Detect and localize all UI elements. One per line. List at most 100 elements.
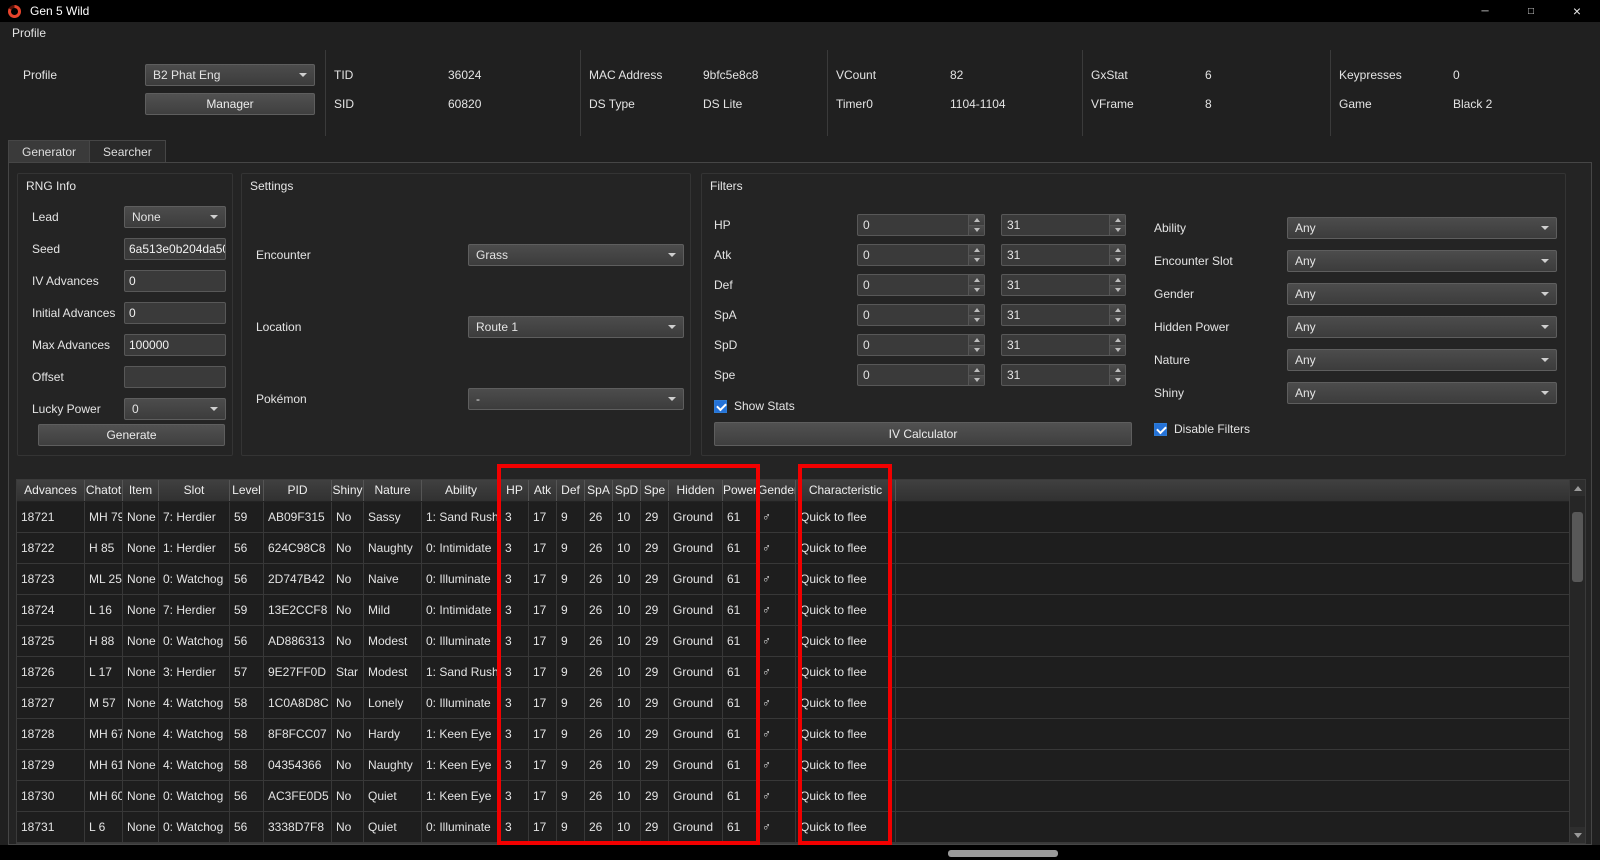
generate-button[interactable]: Generate <box>38 424 225 446</box>
spin-up-icon[interactable] <box>969 305 984 316</box>
column-header[interactable]: Shiny <box>332 480 364 501</box>
menu-profile[interactable]: Profile <box>3 24 55 42</box>
spin-up-icon[interactable] <box>969 275 984 286</box>
show-stats-checkbox[interactable] <box>714 400 727 413</box>
spinbox[interactable]: 31 <box>1001 244 1126 266</box>
table-row[interactable]: 18722H 85None1: Herdier56624C98C8NoNaugh… <box>17 533 1569 564</box>
spin-down-icon[interactable] <box>969 226 984 236</box>
dropdown[interactable]: Grass <box>468 244 684 266</box>
column-header[interactable]: Chatot <box>85 480 123 501</box>
spin-down-icon[interactable] <box>969 286 984 296</box>
disable-filters-row: Disable Filters <box>1154 421 1250 437</box>
spin-up-icon[interactable] <box>969 335 984 346</box>
spin-up-icon[interactable] <box>1110 215 1125 226</box>
table-row[interactable]: 18724L 16None7: Herdier5913E2CCF8NoMild0… <box>17 595 1569 626</box>
column-header[interactable]: Level <box>230 480 264 501</box>
text-input[interactable] <box>124 366 226 388</box>
spinbox[interactable]: 31 <box>1001 274 1126 296</box>
spin-down-icon[interactable] <box>969 376 984 386</box>
spin-down-icon[interactable] <box>1110 226 1125 236</box>
scroll-up-icon[interactable] <box>1570 480 1585 496</box>
table-row[interactable]: 18730MH 60None0: Watchog56AC3FE0D5NoQuie… <box>17 781 1569 812</box>
dropdown[interactable]: Any <box>1287 382 1557 404</box>
column-header[interactable]: HP <box>501 480 529 501</box>
spinbox[interactable]: 0 <box>857 244 985 266</box>
column-header[interactable]: Characteristic <box>796 480 896 501</box>
column-header[interactable]: Advances <box>17 480 85 501</box>
spin-down-icon[interactable] <box>969 316 984 326</box>
spin-down-icon[interactable] <box>1110 376 1125 386</box>
spin-down-icon[interactable] <box>969 256 984 266</box>
table-row[interactable]: 18727M 57None4: Watchog581C0A8D8CNoLonel… <box>17 688 1569 719</box>
text-input[interactable]: 0 <box>124 270 226 292</box>
column-header[interactable]: Gender <box>758 480 796 501</box>
scrollbar-thumb[interactable] <box>1572 512 1583 582</box>
close-button[interactable]: × <box>1554 0 1600 22</box>
scroll-down-icon[interactable] <box>1570 827 1585 843</box>
spin-up-icon[interactable] <box>1110 305 1125 316</box>
spin-up-icon[interactable] <box>1110 365 1125 376</box>
spin-up-icon[interactable] <box>1110 335 1125 346</box>
spin-up-icon[interactable] <box>969 215 984 226</box>
dropdown[interactable]: - <box>468 388 684 410</box>
dropdown[interactable]: None <box>124 206 226 228</box>
spinbox[interactable]: 0 <box>857 274 985 296</box>
dropdown[interactable]: Any <box>1287 349 1557 371</box>
spinbox[interactable]: 31 <box>1001 364 1126 386</box>
spinbox[interactable]: 31 <box>1001 214 1126 236</box>
text-input[interactable]: 0 <box>124 302 226 324</box>
dropdown[interactable]: Any <box>1287 316 1557 338</box>
spin-down-icon[interactable] <box>1110 286 1125 296</box>
restore-button[interactable]: □ <box>1508 0 1554 22</box>
table-row[interactable]: 18726L 17None3: Herdier579E27FF0DStarMod… <box>17 657 1569 688</box>
table-row[interactable]: 18728MH 67None4: Watchog588F8FCC07NoHard… <box>17 719 1569 750</box>
iv-calculator-button[interactable]: IV Calculator <box>714 422 1132 446</box>
column-header[interactable]: SpA <box>585 480 613 501</box>
table-row[interactable]: 18731L 6None0: Watchog563338D7F8NoQuiet0… <box>17 812 1569 843</box>
spinbox[interactable]: 0 <box>857 334 985 356</box>
spinbox[interactable]: 0 <box>857 364 985 386</box>
dropdown[interactable]: Any <box>1287 250 1557 272</box>
dropdown[interactable]: Any <box>1287 283 1557 305</box>
spin-up-icon[interactable] <box>969 365 984 376</box>
tab-generator[interactable]: Generator <box>8 140 90 163</box>
table-row[interactable]: 18725H 88None0: Watchog56AD886313NoModes… <box>17 626 1569 657</box>
column-header[interactable]: Power <box>723 480 758 501</box>
vertical-scrollbar[interactable] <box>1569 480 1585 843</box>
minimize-button[interactable]: ─ <box>1462 0 1508 22</box>
dropdown[interactable]: Route 1 <box>468 316 684 338</box>
column-header[interactable]: Slot <box>159 480 230 501</box>
spinbox[interactable]: 31 <box>1001 304 1126 326</box>
chevron-down-icon <box>1541 325 1549 329</box>
column-header[interactable]: Def <box>557 480 585 501</box>
disable-filters-checkbox[interactable] <box>1154 423 1167 436</box>
table-row[interactable]: 18721MH 79None7: Herdier59AB09F315NoSass… <box>17 502 1569 533</box>
manager-button[interactable]: Manager <box>145 93 315 115</box>
spin-up-icon[interactable] <box>969 245 984 256</box>
spinbox[interactable]: 31 <box>1001 334 1126 356</box>
spinbox[interactable]: 0 <box>857 304 985 326</box>
spin-down-icon[interactable] <box>1110 256 1125 266</box>
column-header[interactable]: PID <box>264 480 332 501</box>
column-header[interactable]: Item <box>123 480 159 501</box>
profile-select[interactable]: B2 Phat Eng <box>145 64 315 86</box>
column-header[interactable]: Hidden <box>669 480 723 501</box>
tab-searcher[interactable]: Searcher <box>90 140 166 163</box>
spin-down-icon[interactable] <box>1110 316 1125 326</box>
dropdown[interactable]: Any <box>1287 217 1557 239</box>
spinbox[interactable]: 0 <box>857 214 985 236</box>
table-row[interactable]: 18729MH 61None4: Watchog5804354366NoNaug… <box>17 750 1569 781</box>
spin-up-icon[interactable] <box>1110 245 1125 256</box>
column-header[interactable]: Spe <box>641 480 669 501</box>
dropdown[interactable]: 0 <box>124 398 226 420</box>
table-row[interactable]: 18723ML 25None0: Watchog562D747B42NoNaiv… <box>17 564 1569 595</box>
column-header[interactable]: Atk <box>529 480 557 501</box>
column-header[interactable]: SpD <box>613 480 641 501</box>
text-input[interactable]: 6a513e0b204da507 <box>124 238 226 260</box>
text-input[interactable]: 100000 <box>124 334 226 356</box>
column-header[interactable]: Nature <box>364 480 422 501</box>
spin-down-icon[interactable] <box>1110 346 1125 356</box>
spin-up-icon[interactable] <box>1110 275 1125 286</box>
column-header[interactable]: Ability <box>422 480 501 501</box>
spin-down-icon[interactable] <box>969 346 984 356</box>
